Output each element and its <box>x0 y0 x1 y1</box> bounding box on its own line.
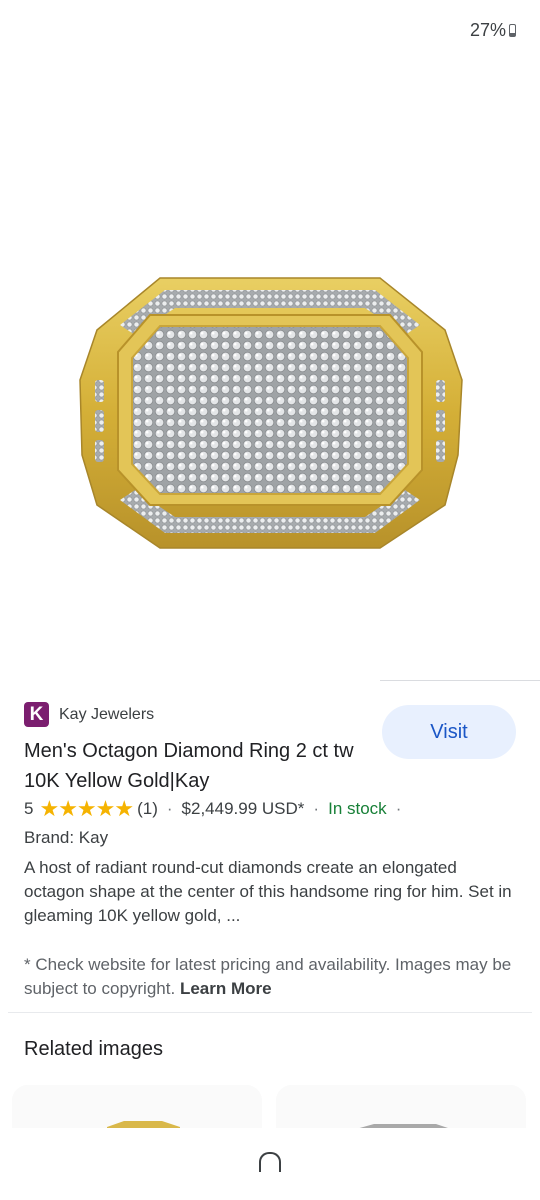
product-image[interactable] <box>0 230 540 600</box>
product-description: A host of radiant round-cut diamonds cre… <box>24 858 512 925</box>
disclaimer: * Check website for latest pricing and a… <box>24 953 520 1001</box>
divider <box>380 680 540 681</box>
learn-more-link[interactable]: Learn More <box>180 979 272 998</box>
product-meta-row: 5 ★★★★★ (1) · $2,449.99 USD* · In stock … <box>24 796 410 822</box>
brand-label: Brand: Kay <box>24 828 109 847</box>
source-name: Kay Jewelers <box>59 705 155 723</box>
status-bar: 27% <box>0 0 540 60</box>
source-row[interactable]: K Kay Jewelers <box>24 702 154 727</box>
separator: · <box>395 799 402 818</box>
ring-side-pave-left-1 <box>95 380 104 402</box>
rating-stars-icon: ★★★★★ <box>39 796 134 821</box>
kay-logo-icon: K <box>24 702 49 727</box>
battery-icon <box>509 24 516 37</box>
ring-illustration <box>79 277 463 549</box>
ring-side-pave-right-3 <box>436 440 445 462</box>
ring-side-pave-right-2 <box>436 410 445 432</box>
review-count: (1) <box>137 799 158 818</box>
separator: · <box>313 799 320 818</box>
rating-value: 5 <box>24 799 34 818</box>
ring-side-pave-left-3 <box>95 440 104 462</box>
battery-indicator: 27% <box>470 20 516 41</box>
product-title[interactable]: Men's Octagon Diamond Ring 2 ct tw 10K Y… <box>24 736 364 796</box>
related-images-heading: Related images <box>24 1038 163 1060</box>
visit-button[interactable]: Visit <box>382 705 516 759</box>
separator: · <box>166 799 173 818</box>
divider <box>8 1012 532 1013</box>
ring-side-pave-left-2 <box>95 410 104 432</box>
stock-status: In stock <box>328 799 387 818</box>
price: $2,449.99 USD* <box>181 799 305 818</box>
home-button-icon[interactable] <box>259 1152 281 1172</box>
ring-side-pave-right-1 <box>436 380 445 402</box>
battery-percent: 27% <box>469 20 506 40</box>
ring-center-pave <box>131 325 409 495</box>
